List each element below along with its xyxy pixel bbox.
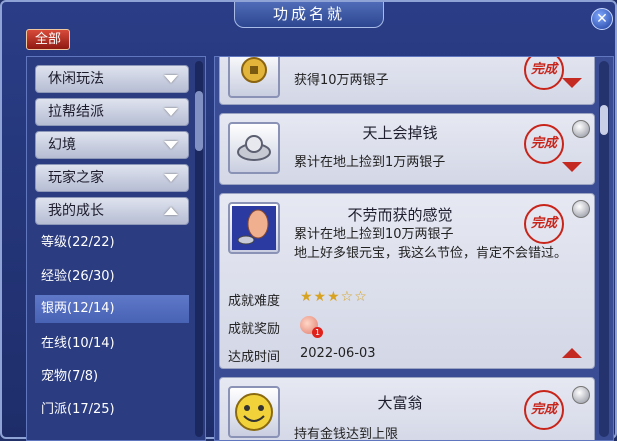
close-icon[interactable]: ✕ (591, 8, 613, 30)
reward-label: 成就奖励 (228, 322, 281, 337)
chevron-down-icon (164, 108, 178, 116)
foot-ingot-icon (228, 202, 280, 254)
subcategory-level[interactable]: 等级(22/22) (35, 229, 189, 257)
subcategory-sect[interactable]: 门派(17/25) (35, 396, 189, 424)
scrollbar-thumb[interactable] (195, 91, 203, 151)
completed-seal-icon: 完成 (524, 124, 564, 164)
category-scrollbar[interactable] (195, 61, 203, 437)
expand-arrow-icon[interactable] (562, 78, 582, 88)
category-label: 拉帮结派 (48, 104, 104, 120)
achievement-card[interactable]: 大富翁 持有金钱达到上限 完成 (219, 377, 595, 440)
reward-count-badge: 1 (312, 327, 323, 338)
category-label: 我的成长 (48, 203, 104, 219)
achievement-card-expanded[interactable]: 不劳而获的感觉 累计在地上捡到10万两银子 地上好多银元宝，我这么节俭，肯定不会… (219, 193, 595, 369)
category-panel: 休闲玩法 拉帮结派 幻境 玩家之家 我的成长 等级(22/22) 经验(26/3… (26, 56, 206, 441)
category-illusion[interactable]: 幻境 (35, 131, 189, 159)
achievement-desc: 累计在地上捡到1万两银子 (294, 155, 446, 170)
achievement-title: 天上会掉钱 (362, 124, 438, 142)
completed-seal-icon: 完成 (524, 390, 564, 430)
category-guild[interactable]: 拉帮结派 (35, 98, 189, 126)
difficulty-stars: ★★★☆☆ (300, 289, 368, 305)
completed-seal-icon: 完成 (524, 204, 564, 244)
window-title: 功成名就 (234, 2, 384, 28)
completed-seal-icon: 完成 (524, 57, 564, 90)
coin-icon (228, 57, 280, 98)
time-value: 2022-06-03 (300, 346, 376, 361)
collapse-arrow-icon[interactable] (562, 348, 582, 358)
silver-ingot-icon (228, 122, 280, 174)
category-label: 休闲玩法 (48, 71, 104, 87)
chevron-down-icon (164, 141, 178, 149)
chevron-down-icon (164, 75, 178, 83)
chevron-up-icon (164, 207, 178, 215)
scrollbar-thumb[interactable] (600, 105, 608, 135)
chevron-down-icon (164, 174, 178, 182)
subcategory-silver[interactable]: 银两(12/14) (35, 295, 189, 323)
subcategory-pet[interactable]: 宠物(7/8) (35, 363, 189, 391)
category-leisure[interactable]: 休闲玩法 (35, 65, 189, 93)
subcategory-online[interactable]: 在线(10/14) (35, 330, 189, 358)
achievement-title: 大富翁 (377, 394, 423, 412)
achievement-window: 功成名就 ✕ 全部 休闲玩法 拉帮结派 幻境 玩家之家 我的成长 等级(22/2… (0, 0, 617, 441)
achievement-scrollbar[interactable] (599, 61, 609, 437)
all-filter-button[interactable]: 全部 (26, 29, 70, 50)
share-icon[interactable] (572, 386, 590, 404)
achievement-card[interactable]: 获得10万两银子 完成 (219, 57, 595, 105)
category-home[interactable]: 玩家之家 (35, 164, 189, 192)
achievement-title: 不劳而获的感觉 (347, 206, 453, 224)
subcategory-exp[interactable]: 经验(26/30) (35, 263, 189, 291)
category-label: 幻境 (48, 137, 76, 153)
achievement-desc: 累计在地上捡到10万两银子 (294, 227, 454, 242)
achievement-desc: 获得10万两银子 (294, 73, 389, 88)
achievement-flavor: 地上好多银元宝，我这么节俭，肯定不会错过。 (294, 246, 568, 261)
share-icon[interactable] (572, 120, 590, 138)
achievement-card[interactable]: 天上会掉钱 累计在地上捡到1万两银子 完成 (219, 113, 595, 185)
expand-arrow-icon[interactable] (562, 162, 582, 172)
achievement-list: 获得10万两银子 完成 天上会掉钱 累计在地上捡到1万两银子 完成 不劳而获的感… (214, 56, 614, 441)
category-growth[interactable]: 我的成长 (35, 197, 189, 225)
time-label: 达成时间 (228, 350, 281, 365)
difficulty-label: 成就难度 (228, 294, 281, 309)
category-label: 玩家之家 (48, 170, 104, 186)
smiley-coin-icon (228, 386, 280, 438)
share-icon[interactable] (572, 200, 590, 218)
